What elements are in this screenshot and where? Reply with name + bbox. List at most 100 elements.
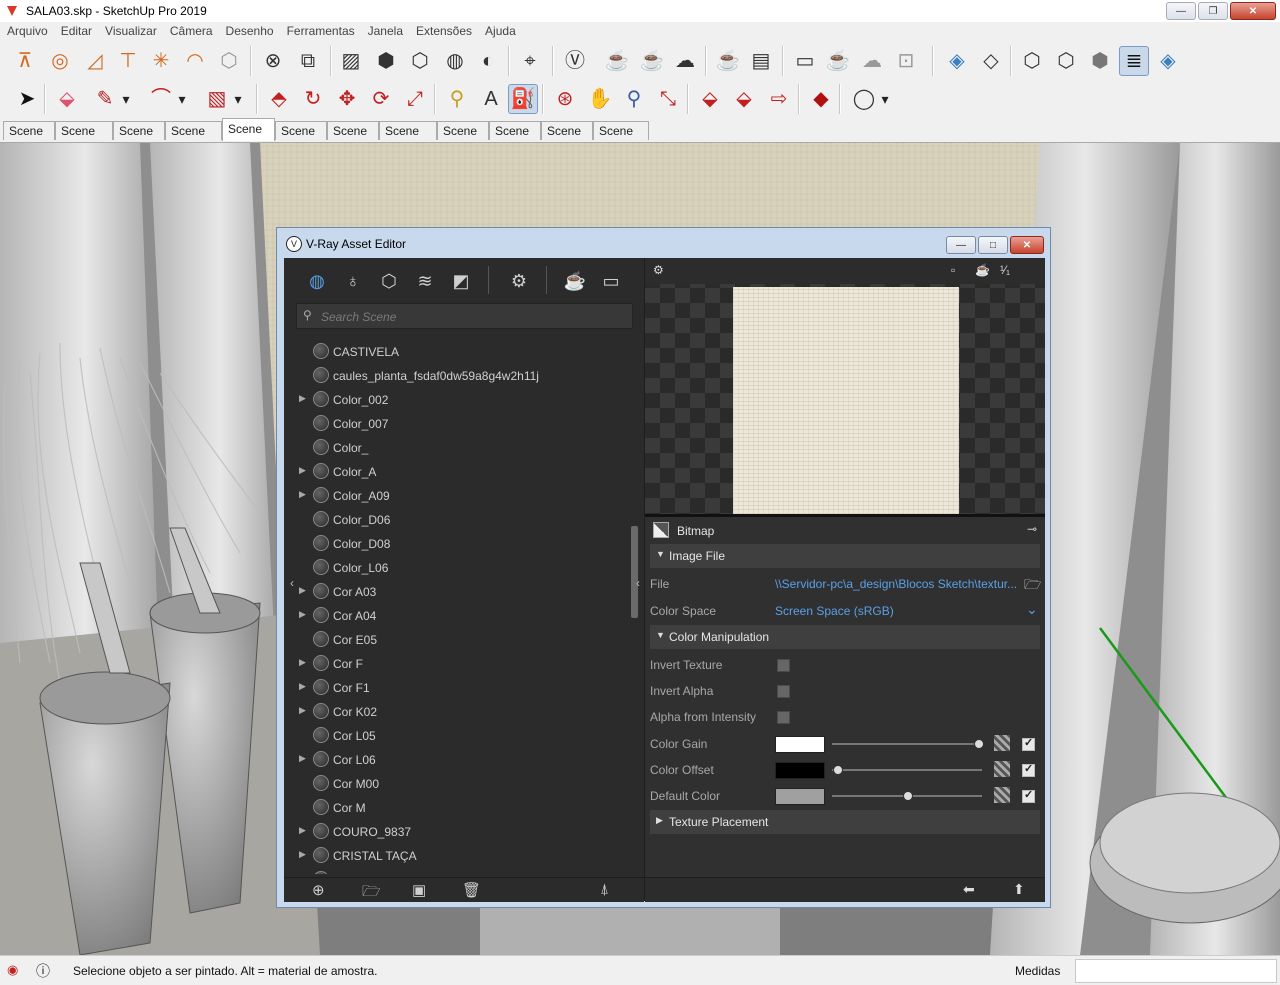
push-pull-icon[interactable]: ⬘ (264, 84, 294, 114)
lights-category-icon[interactable]: ♁ (340, 268, 366, 294)
color-gain-knob[interactable] (973, 739, 984, 749)
material-list-item[interactable]: caules_planta_fsdaf0dw59a8g4w2h11j (296, 364, 633, 388)
color-offset-map-icon[interactable] (994, 761, 1010, 777)
expand-arrow-icon[interactable]: ▶ (299, 609, 306, 620)
section-cut-icon[interactable]: ▨ (336, 46, 366, 76)
up-arrow-icon[interactable]: ⬆ (1013, 881, 1025, 898)
top-view-icon[interactable]: ◈ (942, 46, 972, 76)
ruby-icon[interactable]: ◆ (806, 84, 836, 114)
measurements-input[interactable] (1075, 959, 1277, 983)
teapot-render-icon[interactable]: ☕ (602, 46, 632, 76)
default-color-knob[interactable] (903, 791, 913, 801)
render-teapot-icon[interactable]: ☕ (562, 268, 588, 294)
outer-shell-icon[interactable]: ⧉ (293, 46, 323, 76)
material-list-item[interactable]: ▶ CRISTAL TAÇA (296, 844, 633, 868)
material-list-item[interactable]: Cor E05 (296, 628, 633, 652)
color-offset-checkbox[interactable] (1022, 762, 1035, 777)
shaded-icon[interactable]: ◐ (473, 46, 503, 76)
color-offset-knob[interactable] (832, 765, 843, 775)
menu-ferramentas[interactable]: Ferramentas (280, 22, 361, 38)
cloud-render-icon[interactable]: ☁ (670, 46, 700, 76)
vray-maximize-button[interactable]: □ (978, 236, 1008, 254)
select-arrow-icon[interactable]: ➤ (12, 84, 42, 114)
material-list-item[interactable]: Color_ (296, 436, 633, 460)
maximize-button[interactable]: ❐ (1198, 2, 1228, 20)
default-color-slider[interactable] (832, 791, 982, 801)
color-gain-slider[interactable] (832, 739, 984, 749)
material-list-item[interactable]: ▶ Cor F1 (296, 676, 633, 700)
material-list-item[interactable]: Cor M (296, 796, 633, 820)
tape-icon[interactable]: ⊤ (113, 46, 143, 76)
cloud2-icon[interactable]: ☁ (857, 46, 887, 76)
color-offset-slider[interactable] (832, 765, 982, 775)
lightmix-icon[interactable]: ▤ (746, 46, 776, 76)
scene-tab-scene-5[interactable]: Scene 5 (275, 121, 327, 157)
material-list-item[interactable]: Color_D06 (296, 508, 633, 532)
material-list-item[interactable]: Cor M00 (296, 772, 633, 796)
scene-tab-scene-10[interactable]: Scene 10 (55, 121, 113, 157)
scene-tab-scene-13[interactable]: Scene 13 (593, 121, 649, 157)
color-gain-map-icon[interactable] (994, 735, 1010, 751)
iso2-icon[interactable]: ⬡ (1017, 46, 1047, 76)
scene-tab-scene-3[interactable]: Scene 3 (222, 118, 275, 156)
scale-icon[interactable]: ⤢ (400, 84, 430, 114)
pin-icon[interactable]: ⊸ (1027, 522, 1037, 536)
color-gain-swatch[interactable] (775, 736, 825, 753)
section-color-manipulation[interactable]: ▼ Color Manipulation (650, 625, 1040, 649)
folder-icon[interactable]: 🗁 (1024, 574, 1041, 598)
section-texture-placement[interactable]: ▶ Texture Placement (650, 810, 1040, 834)
purge-icon[interactable]: ⍋ (600, 881, 609, 898)
expand-arrow-icon[interactable]: ▶ (299, 393, 306, 404)
alpha-intensity-checkbox[interactable] (777, 711, 790, 724)
menu-camera[interactable]: Câmera (163, 22, 219, 38)
collapse-panel-icon[interactable]: ‹ (636, 576, 640, 590)
back-arrow-icon[interactable]: ⬅ (963, 881, 975, 898)
default-color-swatch[interactable] (775, 788, 825, 805)
eraser-icon[interactable]: ⬙ (52, 84, 82, 114)
menu-arquivo[interactable]: Arquivo (0, 22, 54, 38)
menu-editar[interactable]: Editar (54, 22, 98, 38)
material-list-item[interactable]: ▶ Color_A09 (296, 484, 633, 508)
tape-measure-icon[interactable]: ⚲ (442, 84, 472, 114)
menu-janela[interactable]: Janela (361, 22, 409, 38)
iso-view-icon[interactable]: ⬢ (371, 46, 401, 76)
info-icon[interactable]: ⓘ (36, 961, 50, 981)
material-list-item[interactable]: CASTIVELA (296, 340, 633, 364)
material-list-item[interactable]: ▶ Cor F (296, 652, 633, 676)
vray-close-button[interactable]: ✕ (1010, 236, 1044, 254)
add-asset-icon[interactable]: ⊕ (312, 881, 325, 899)
scene-tab-scene-8[interactable]: Scene 8 (489, 121, 541, 157)
pan-icon[interactable]: ✋ (585, 84, 615, 114)
expand-arrow-icon[interactable]: ▶ (299, 585, 306, 596)
rect-dropdown-icon[interactable]: ▾ (230, 84, 246, 114)
scene-tab-scene-6[interactable]: Scene 6 (327, 121, 379, 157)
layers-icon[interactable]: ≣ (1119, 46, 1149, 76)
scene-tab-scene-1[interactable]: Scene 1 (3, 121, 55, 157)
lock-icon[interactable]: ⊡ (891, 46, 921, 76)
section-image-file[interactable]: ▼ Image File (650, 544, 1040, 568)
material-list-item[interactable]: Color_007 (296, 412, 633, 436)
share-model-icon[interactable]: ⇨ (764, 84, 794, 114)
collapse-left-icon[interactable]: ‹ (290, 576, 294, 590)
invert-texture-checkbox[interactable] (777, 659, 790, 672)
expand-arrow-icon[interactable]: ▶ (299, 657, 306, 668)
material-list-item[interactable]: ▶ Cor A04 (296, 604, 633, 628)
scene-tab-scene-11[interactable]: Scene 11 (165, 121, 222, 157)
open-file-icon[interactable]: 🗁 (362, 881, 381, 906)
extension-warehouse-icon[interactable]: ⬙ (729, 84, 759, 114)
preview-square-icon[interactable]: ▫ (951, 263, 955, 277)
scene-tab-scene-7[interactable]: Scene 7 (437, 121, 489, 157)
menu-extensoes[interactable]: Extensões (409, 22, 478, 38)
expand-arrow-icon[interactable]: ▶ (299, 681, 306, 692)
text-label-icon[interactable]: A (476, 84, 506, 114)
batch-render-icon[interactable]: ☕ (713, 46, 743, 76)
delete-icon[interactable]: 🗑 (462, 881, 481, 899)
expand-arrow-icon[interactable]: ▶ (299, 825, 306, 836)
expand-arrow-icon[interactable]: ▶ (299, 849, 306, 860)
settings-category-icon[interactable]: ⚙ (506, 268, 532, 294)
chevron-down-icon[interactable]: ⌄ (1026, 601, 1038, 618)
render-elements-category-icon[interactable]: ≋ (412, 268, 438, 294)
search-input[interactable]: ⚲ Search Scene (296, 303, 633, 329)
color-offset-swatch[interactable] (775, 762, 825, 779)
default-color-map-icon[interactable] (994, 787, 1010, 803)
